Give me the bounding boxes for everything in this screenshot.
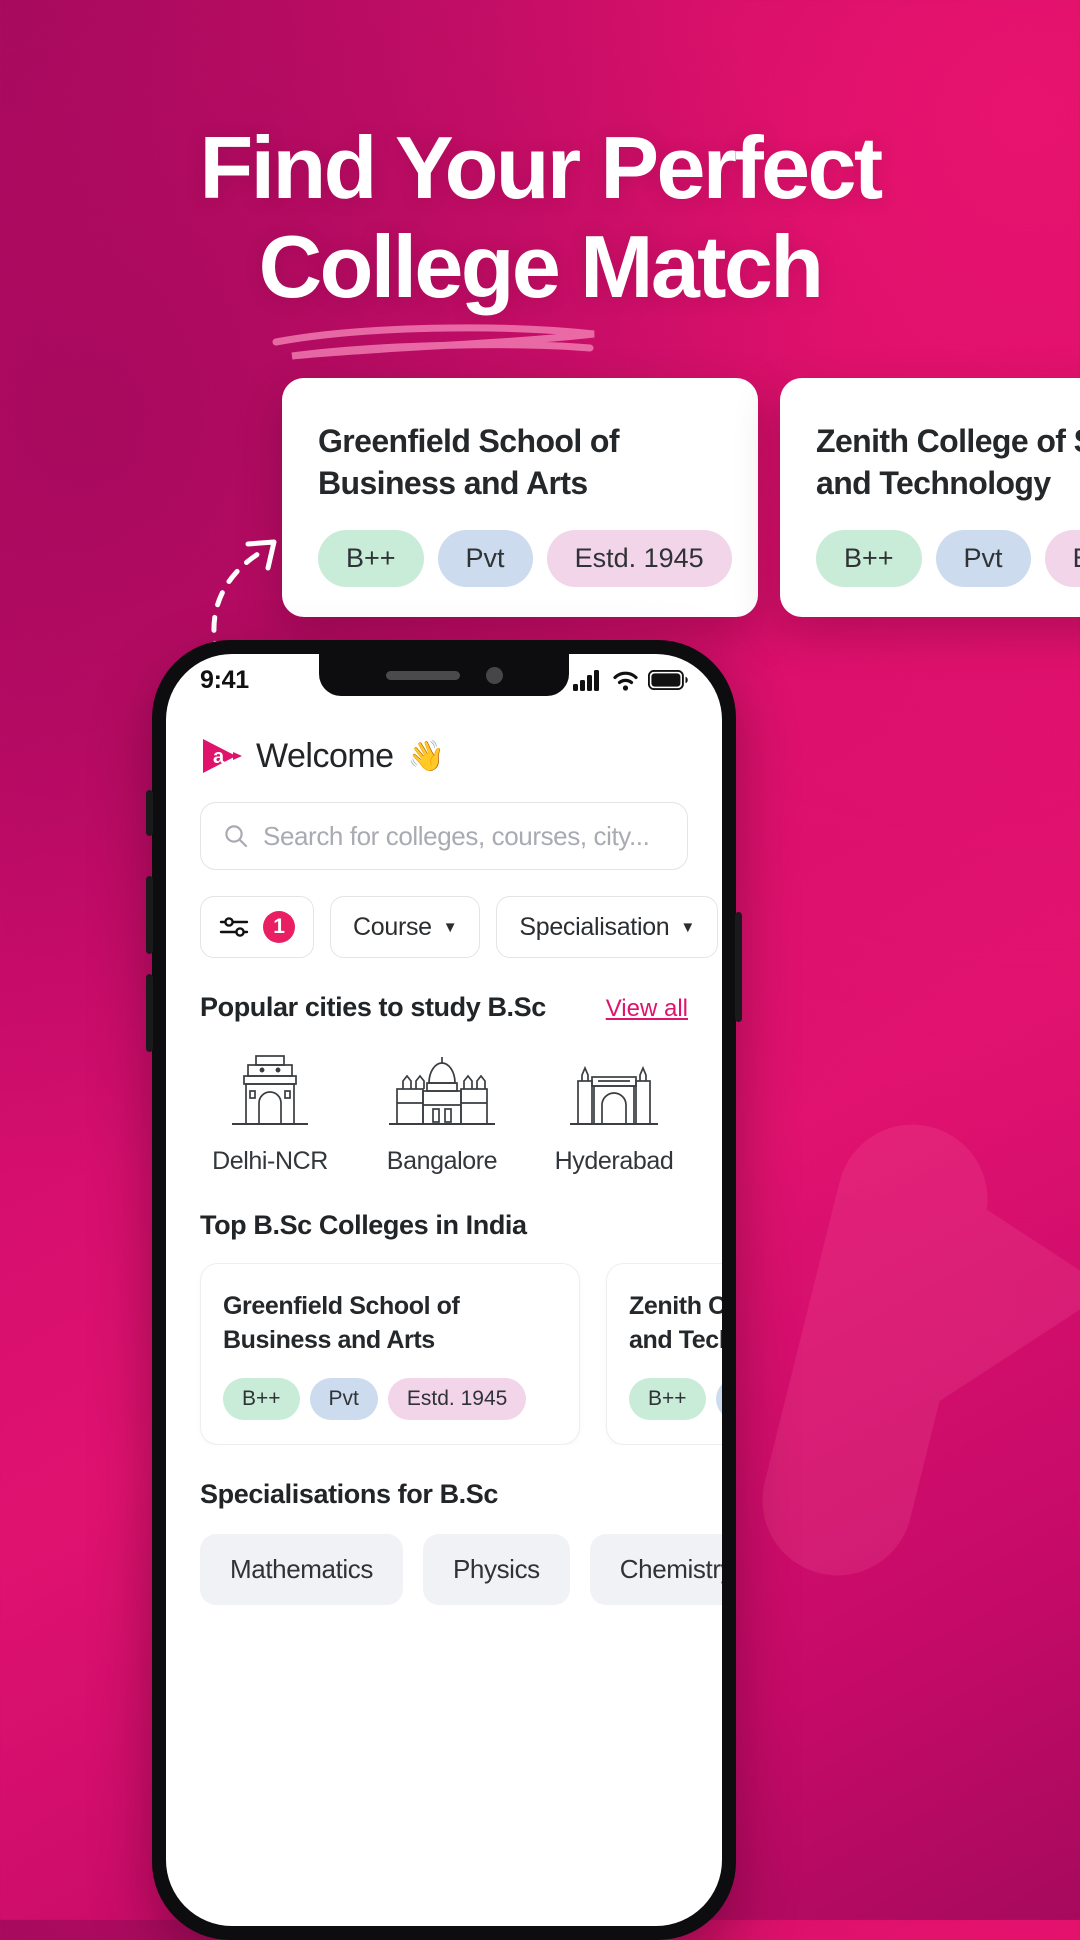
college-name: Greenfield School of Business and Arts (223, 1292, 460, 1354)
wifi-icon (613, 671, 638, 691)
college-name: Zenith College of Science and Technology (629, 1292, 722, 1354)
app-header: a Welcome 👋 (166, 706, 722, 776)
grade-badge: B++ (816, 530, 922, 588)
ownership-badge: Pvt (309, 1378, 378, 1420)
front-camera (485, 666, 503, 684)
search-icon (225, 825, 248, 848)
chevron-down-icon: ▼ (680, 918, 695, 936)
college-badges: B++ Pvt Estd. 1952 (816, 530, 1080, 588)
headline-line-2: College Match (258, 217, 824, 317)
chip-label: Specialisation (519, 912, 670, 941)
chip-label: Course (353, 912, 432, 941)
specialisation-chip[interactable]: Mathematics (200, 1534, 403, 1605)
established-badge: Estd. 1952 (1044, 530, 1080, 588)
ownership-badge: Pvt (437, 530, 533, 588)
floating-college-card[interactable]: Zenith College of Science and Technology… (780, 378, 1080, 618)
phone-notch (319, 654, 569, 696)
cities-carousel: Delhi-NCR Bangalore Hyderabad (166, 1045, 722, 1176)
svg-text:a: a (213, 746, 225, 768)
specialisation-chip[interactable]: Chemistry (589, 1534, 722, 1605)
established-badge: Estd. 1945 (387, 1378, 527, 1420)
headline-line-1: Find Your Perfect (199, 118, 883, 217)
section-title: Specialisations for B.Sc (200, 1479, 498, 1509)
college-card[interactable]: Greenfield School of Business and Arts B… (200, 1263, 580, 1445)
charminar-icon (570, 1065, 658, 1125)
battery-full-icon (648, 670, 688, 690)
filter-sliders-icon (219, 917, 249, 937)
city-label: Hyderabad (554, 1147, 674, 1175)
headline-underline-flourish (272, 324, 595, 360)
college-name: Zenith College of Science and Technology (816, 423, 1080, 502)
chevron-down-icon: ▼ (442, 918, 458, 936)
established-badge: Estd. 1945 (546, 530, 732, 588)
colleges-carousel: Greenfield School of Business and Arts B… (166, 1263, 722, 1445)
ownership-badge: Pvt (935, 530, 1031, 588)
background-watermark-logo (680, 1080, 1080, 1620)
speaker-grille (385, 670, 460, 680)
view-all-link[interactable]: View all (606, 995, 688, 1023)
specialisations-chips-row: Mathematics Physics Chemistry Biology (166, 1534, 722, 1605)
phone-screen: 9:41 a Welcome 👋 Search for colleges, co… (166, 654, 722, 1926)
search-input[interactable]: Search for colleges, courses, city... (200, 802, 688, 870)
waving-hand-icon: 👋 (407, 739, 445, 773)
floating-card-carousel: Greenfield School of Business and Arts B… (282, 378, 1080, 618)
app-content: a Welcome 👋 Search for colleges, courses… (166, 706, 722, 1605)
cities-section-header: Popular cities to study B.Sc View all (166, 992, 722, 1023)
filter-button[interactable]: 1 (200, 896, 314, 958)
chip-course[interactable]: Course ▼ (330, 896, 481, 958)
city-label: Kolkata (716, 1147, 722, 1176)
college-badges: B++ Pvt Estd. 1945 (318, 530, 732, 588)
grade-badge: B++ (318, 530, 424, 588)
filter-chips-row: 1 Course ▼ Specialisation ▼ Location ▼ (166, 896, 722, 958)
college-badges: B++ Pvt Estd. 1945 (223, 1378, 557, 1420)
city-label: Bangalore (386, 1147, 498, 1175)
greeting-text: Welcome (256, 736, 394, 775)
city-label: Delhi-NCR (212, 1147, 328, 1175)
section-title: Popular cities to study B.Sc (200, 992, 546, 1022)
status-clock: 9:41 (200, 665, 249, 694)
app-logo-icon: a (203, 739, 242, 773)
city-item-hyderabad[interactable]: Hyderabad (544, 1045, 684, 1176)
city-item-bangalore[interactable]: Bangalore (372, 1045, 512, 1176)
city-item-delhi-ncr[interactable]: Delhi-NCR (200, 1045, 340, 1176)
page-title: Find Your Perfect College Match (0, 118, 1080, 317)
cellular-signal-icon (573, 670, 599, 691)
chip-specialisation[interactable]: Specialisation ▼ (496, 896, 718, 958)
college-name: Greenfield School of Business and Arts (318, 423, 620, 502)
active-filter-count: 1 (263, 911, 295, 943)
specialisation-chip[interactable]: Physics (422, 1534, 570, 1605)
college-card[interactable]: Zenith College of Science and Technology… (606, 1263, 722, 1445)
grade-badge: B++ (629, 1378, 706, 1420)
grade-badge: B++ (223, 1378, 300, 1420)
ownership-badge: Pvt (715, 1378, 722, 1420)
vidhana-soudha-icon (389, 1057, 495, 1125)
search-placeholder: Search for colleges, courses, city... (263, 820, 650, 851)
college-badges: B++ Pvt Estd. 1952 (629, 1378, 722, 1420)
specialisations-section-header: Specialisations for B.Sc (166, 1479, 722, 1510)
colleges-section-header: Top B.Sc Colleges in India (166, 1210, 722, 1241)
section-title: Top B.Sc Colleges in India (200, 1210, 527, 1240)
phone-mockup: 9:41 a Welcome 👋 Search for colleges, co… (146, 640, 742, 1940)
india-gate-icon (232, 1055, 308, 1125)
floating-college-card[interactable]: Greenfield School of Business and Arts B… (282, 378, 758, 618)
city-item-kolkata[interactable]: Kolkata (716, 1045, 722, 1176)
